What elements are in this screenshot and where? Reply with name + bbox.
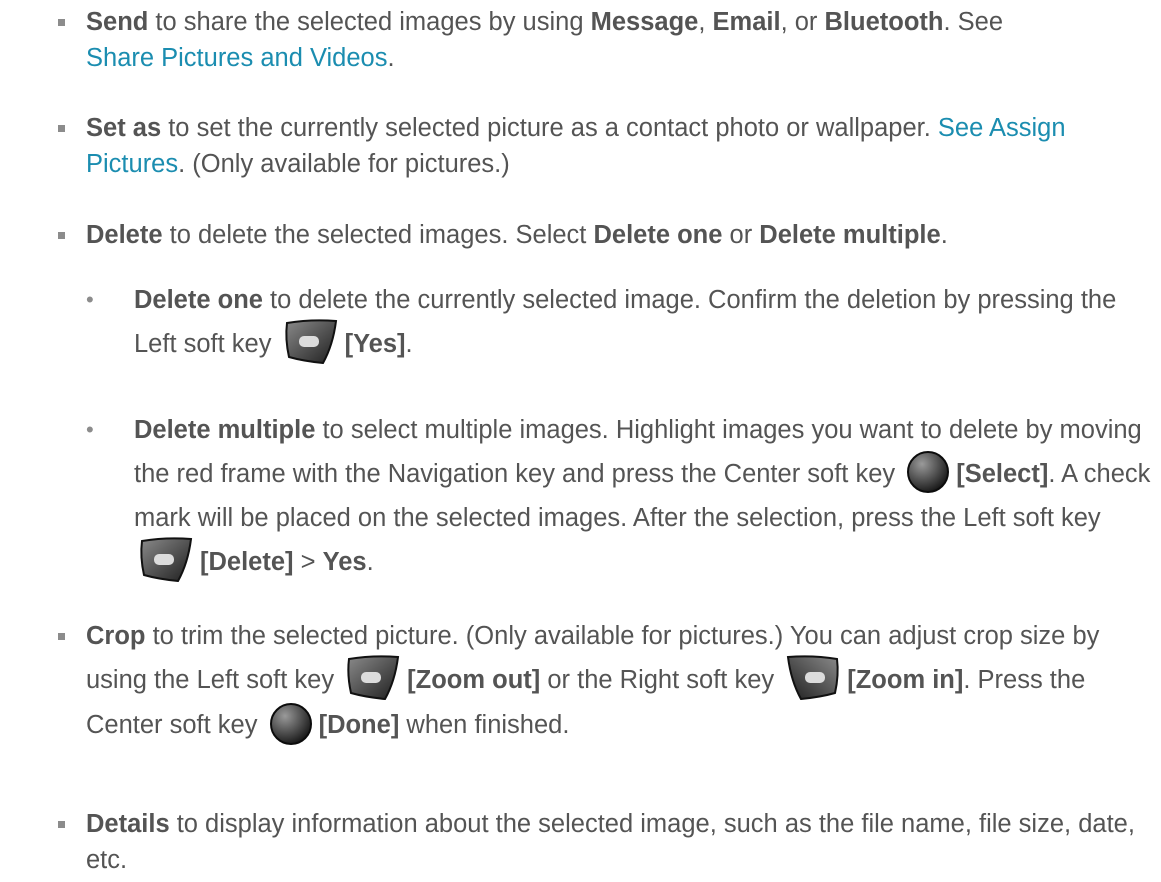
term-delete: Delete bbox=[86, 221, 163, 249]
square-bullet-icon bbox=[58, 125, 65, 132]
term-crop: Crop bbox=[86, 622, 146, 650]
square-bullet-icon bbox=[58, 633, 65, 640]
right-soft-key-icon bbox=[785, 653, 841, 703]
left-soft-key-icon bbox=[283, 317, 339, 367]
list-item-text: Crop to trim the selected picture. (Only… bbox=[86, 614, 1153, 747]
term-send: Send bbox=[86, 8, 149, 36]
list-item-text: Delete to delete the selected images. Se… bbox=[86, 221, 948, 249]
list-item-text: Send to share the selected images by usi… bbox=[86, 8, 1004, 72]
dot-bullet-icon: • bbox=[86, 287, 94, 312]
center-soft-key-icon bbox=[906, 450, 950, 494]
square-bullet-icon bbox=[58, 19, 65, 26]
sub-item-text: Delete one to delete the currently selec… bbox=[134, 278, 1153, 367]
left-soft-key-icon bbox=[138, 535, 194, 585]
term-set-as: Set as bbox=[86, 114, 162, 142]
term-details: Details bbox=[86, 810, 170, 838]
left-soft-key-icon bbox=[345, 653, 401, 703]
dot-bullet-icon: • bbox=[86, 417, 94, 442]
term-delete-multiple: Delete multiple bbox=[134, 416, 316, 444]
term-delete-one: Delete one bbox=[134, 286, 263, 314]
sub-item-text: Delete multiple to select multiple image… bbox=[134, 408, 1153, 585]
square-bullet-icon bbox=[58, 821, 65, 828]
share-pictures-link[interactable]: Share Pictures and Videos bbox=[86, 44, 387, 72]
list-item-text: Set as to set the currently selected pic… bbox=[86, 114, 1066, 178]
list-item-text: Details to display information about the… bbox=[86, 810, 1135, 874]
center-soft-key-icon bbox=[269, 702, 313, 746]
square-bullet-icon bbox=[58, 232, 65, 239]
